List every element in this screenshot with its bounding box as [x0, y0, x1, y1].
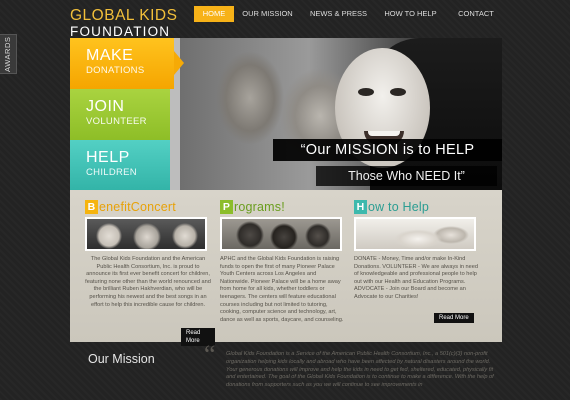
make-donations-title: MAKE [86, 47, 134, 64]
hero-action-tiles: MAKE DONATIONS JOIN VOLUNTEER HELP CHILD… [70, 38, 184, 190]
quote-mark-icon: “ [204, 340, 216, 369]
programs-column: Programs! APHC and the Global Kids Found… [220, 190, 350, 342]
hero-mission-line1: “Our MISSION is to HELP [273, 139, 502, 161]
nav-how-to-help[interactable]: HOW TO HELP [376, 6, 445, 22]
programs-text: APHC and the Global Kids Foundation is r… [220, 256, 344, 323]
nav-contact[interactable]: CONTACT [445, 6, 507, 22]
hero-banner: MAKE DONATIONS JOIN VOLUNTEER HELP CHILD… [70, 38, 502, 190]
how-to-help-heading[interactable]: How to Help [354, 200, 429, 214]
help-children-subtitle: CHILDREN [86, 167, 137, 178]
awards-tab-label: AWARDS [3, 36, 12, 72]
logo-line1: GLOBAL KIDS [70, 7, 178, 24]
logo-line2: FOUNDATION [70, 24, 171, 39]
join-volunteer-tile[interactable]: JOIN VOLUNTEER [70, 89, 170, 140]
hero-photo-eye-left [358, 88, 374, 96]
benefit-concert-heading[interactable]: BenefitConcert [85, 200, 176, 214]
how-to-help-image[interactable] [354, 217, 476, 251]
make-donations-subtitle: DONATIONS [86, 65, 145, 76]
join-volunteer-title: JOIN [86, 98, 125, 115]
nav-our-mission[interactable]: OUR MISSION [234, 6, 301, 22]
join-volunteer-subtitle: VOLUNTEER [86, 116, 147, 127]
awards-tab[interactable]: AWARDS [0, 34, 17, 74]
how-to-help-column: How to Help DONATE - Money, Time and/or … [354, 190, 484, 342]
hero-mission-line2: Those Who NEED It” [316, 166, 497, 186]
heading-rest: enefitConcert [99, 200, 176, 214]
hero-photo-teeth [368, 131, 400, 136]
how-to-help-read-more[interactable]: Read More [434, 313, 474, 323]
main-nav: HOME OUR MISSION NEWS & PRESS HOW TO HEL… [194, 6, 507, 22]
nav-home[interactable]: HOME [194, 6, 234, 22]
heading-cap-h: H [354, 200, 367, 214]
make-donations-tile[interactable]: MAKE DONATIONS [70, 38, 184, 89]
programs-image[interactable] [220, 217, 342, 251]
hero-photo-eye-right [390, 88, 406, 96]
heading-cap-b: B [85, 200, 98, 214]
programs-heading[interactable]: Programs! [220, 200, 285, 214]
heading-cap-p: P [220, 200, 233, 214]
heading-rest: rograms! [234, 200, 285, 214]
benefit-concert-image[interactable] [85, 217, 207, 251]
site-logo[interactable]: GLOBAL KIDS FOUNDATION [70, 7, 178, 40]
features-panel: BenefitConcert The Global Kids Foundatio… [70, 190, 502, 346]
heading-rest: ow to Help [368, 200, 430, 214]
nav-news-press[interactable]: NEWS & PRESS [301, 6, 376, 22]
benefit-concert-column: BenefitConcert The Global Kids Foundatio… [85, 190, 215, 346]
help-children-title: HELP [86, 149, 130, 166]
help-children-tile[interactable]: HELP CHILDREN [70, 140, 170, 190]
our-mission-heading: Our Mission [88, 352, 155, 366]
our-mission-text: Global Kids Foundation is a Service of t… [226, 351, 494, 389]
benefit-concert-text: The Global Kids Foundation and the Ameri… [85, 256, 211, 308]
how-to-help-text: DONATE - Money, Time and/or make In-Kind… [354, 256, 478, 300]
